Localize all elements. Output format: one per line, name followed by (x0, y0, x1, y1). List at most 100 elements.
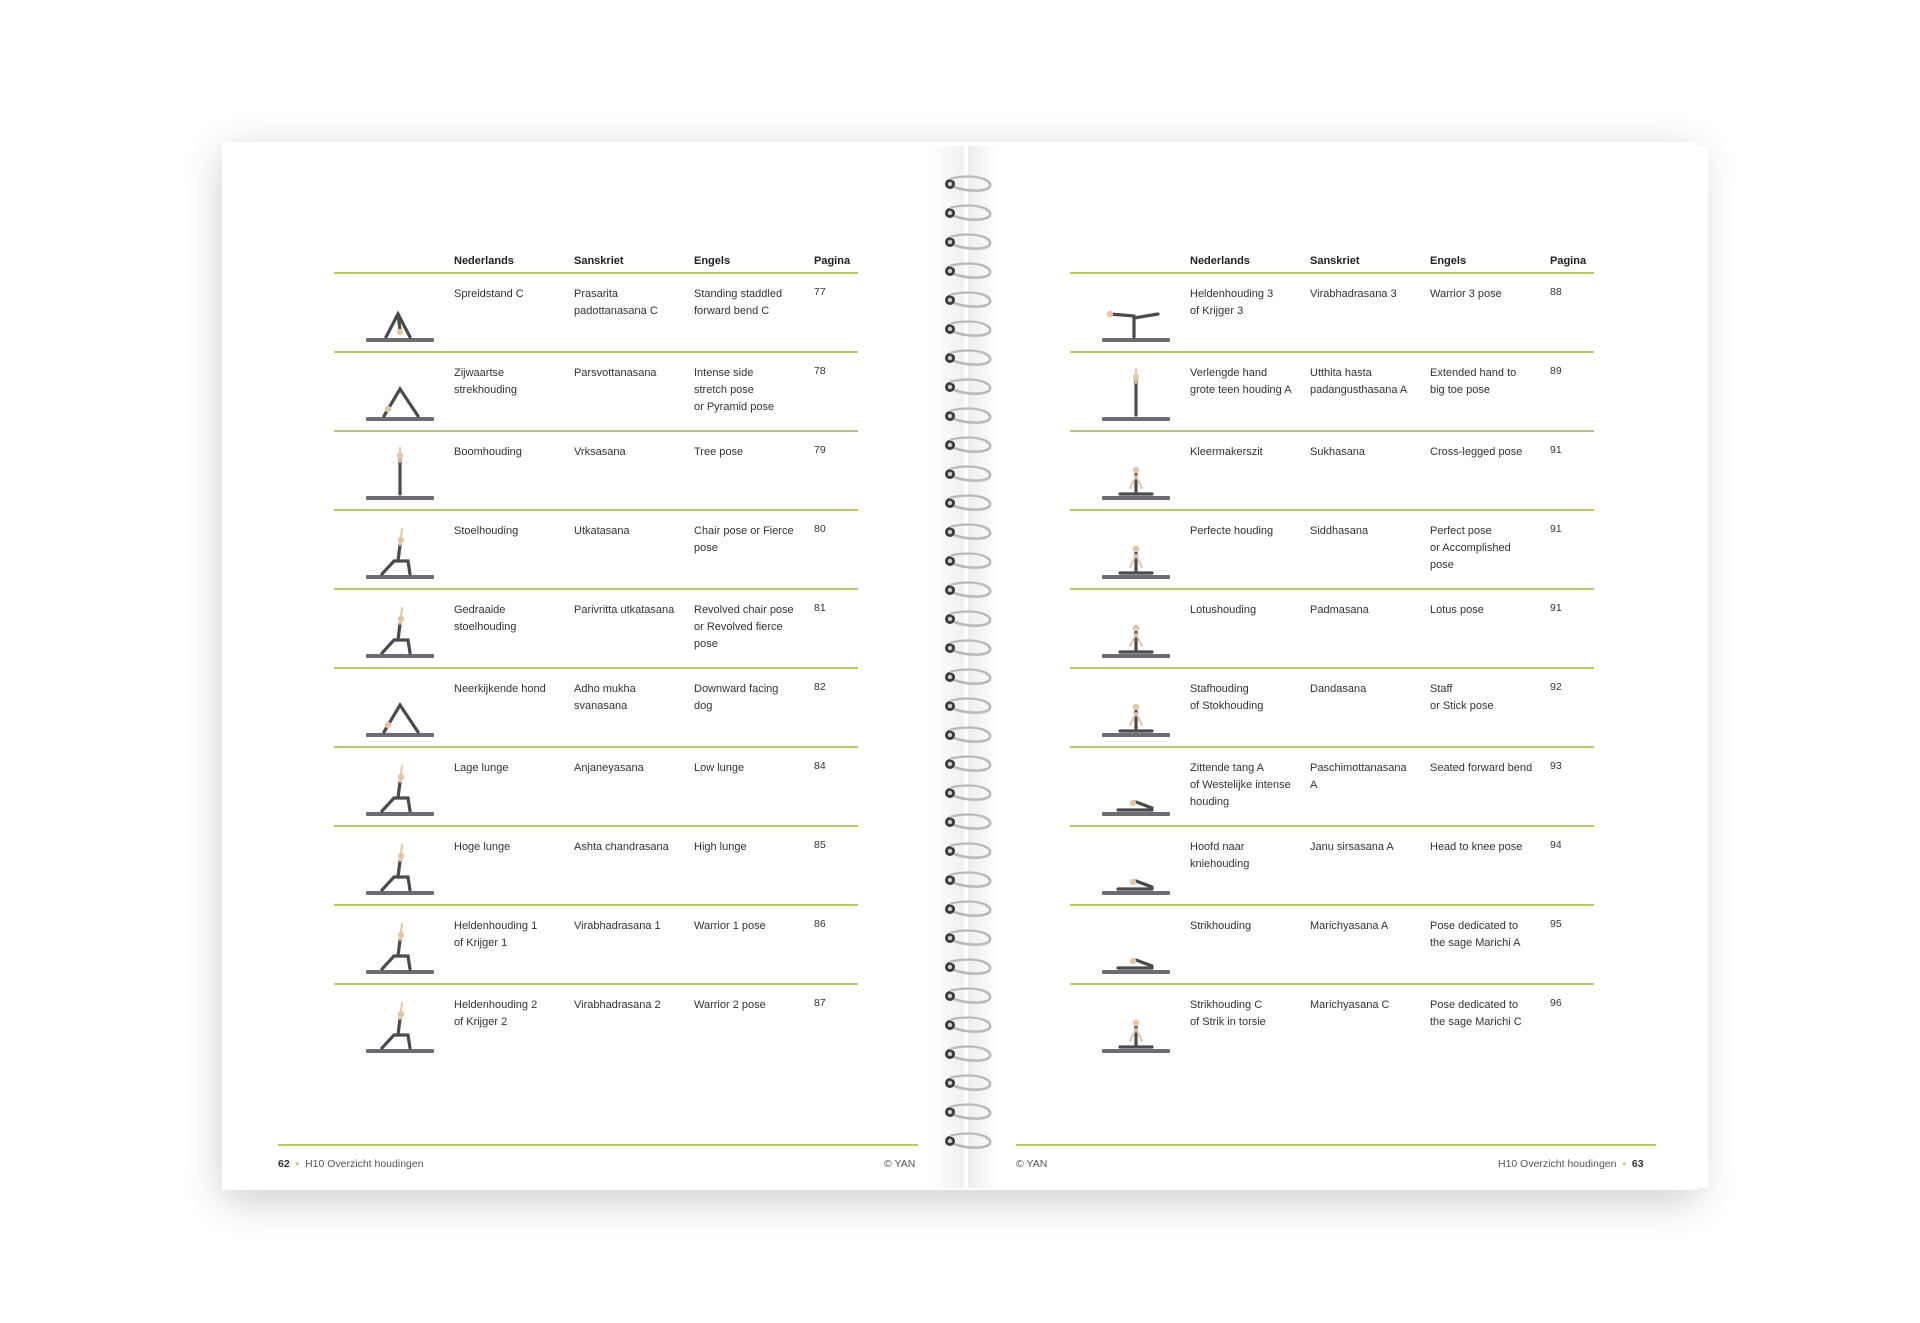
table-row: Stafhouding of Stokhouding Dandasana Staff… (1070, 669, 1594, 748)
revolved-chair-pose-icon (366, 607, 434, 658)
cell-dutch: Verlengde hand grote teen houding A (1190, 367, 1292, 396)
cell-dutch: Lage lunge (454, 762, 509, 774)
spiral-coil (945, 349, 992, 366)
cell-english: Intense side stretch pose or Pyramid pos… (694, 367, 775, 413)
cell-page: 95 (1550, 918, 1562, 930)
cell-dutch: Boomhouding (454, 446, 522, 458)
cell-sanskrit: Virabhadrasana 1 (574, 920, 661, 932)
table-row: Hoofd naar kniehouding Janu sirsasana A He… (1070, 827, 1594, 906)
cell-sanskrit: Anjaneyasana (574, 762, 644, 774)
cell-sanskrit: Utthita hasta padangusthasana A (1310, 367, 1408, 396)
cell-sanskrit: Virabhadrasana 3 (1310, 288, 1397, 300)
page-number-left: 62 (278, 1158, 290, 1170)
cell-english: Staff or Stick pose (1430, 683, 1494, 712)
cell-english: Standing staddled forward bend C (694, 288, 783, 317)
spiral-coil (945, 871, 992, 888)
table-row: Kleermakerszit Sukhasana Cross-legged pose… (1070, 432, 1594, 511)
footer-rule-left (278, 1144, 918, 1146)
spiral-coil (945, 1103, 992, 1120)
cell-dutch: Heldenhouding 2 of Krijger 2 (454, 999, 538, 1028)
cell-dutch: Stoelhouding (454, 525, 519, 537)
spiral-coil (945, 436, 992, 453)
cell-dutch: Zittende tang A of Westelijke intense ho… (1190, 762, 1291, 808)
table-row: Gedraaide stoelhouding Parivritta utkatas… (334, 590, 858, 669)
cell-page: 88 (1550, 286, 1562, 298)
cell-page: 96 (1550, 997, 1562, 1009)
spiral-coil (945, 523, 992, 540)
table-row: Spreidstand C Prasarita padottanasana C St… (334, 274, 858, 353)
cell-sanskrit: Vrksasana (574, 446, 626, 458)
cell-sanskrit: Marichyasana C (1310, 999, 1390, 1011)
cell-sanskrit: Padmasana (1310, 604, 1369, 616)
cell-english: Extended hand to big toe pose (1430, 367, 1517, 396)
perfect-pose-icon (1102, 545, 1170, 579)
table-row: Zijwaartse strekhouding Parsvottanasana In… (334, 353, 858, 432)
cell-page: 85 (814, 839, 826, 851)
copyright-left: © YAN (884, 1158, 916, 1170)
high-lunge-icon (366, 844, 434, 895)
spiral-coil (945, 900, 992, 917)
cell-page: 91 (1550, 602, 1562, 614)
cell-dutch: Zijwaartse strekhouding (454, 367, 517, 396)
cell-dutch: Hoofd naar kniehouding (1190, 841, 1250, 870)
staff-pose-icon (1102, 703, 1170, 737)
cell-sanskrit: Ashta chandrasana (574, 841, 669, 853)
cell-sanskrit: Prasarita padottanasana C (574, 288, 658, 317)
spiral-coil (945, 1045, 992, 1062)
spiral-coil (945, 639, 992, 656)
cell-dutch: Heldenhouding 3 of Krijger 3 (1190, 288, 1274, 317)
cell-english: Seated forward bend (1430, 762, 1533, 774)
footer-bullet: • (295, 1158, 300, 1170)
spiral-coil (945, 697, 992, 714)
cell-english: Low lunge (694, 762, 745, 774)
cell-page: 91 (1550, 523, 1562, 535)
left-pose-table: Nederlands Sanskriet Engels Pagina Sprei… (334, 254, 858, 1062)
table-row: Strikhouding C of Strik in torsie Marichy… (1070, 985, 1594, 1062)
cell-dutch: Strikhouding C of Strik in torsie (1190, 999, 1266, 1028)
table-row: Boomhouding Vrksasana Tree pose 79 (334, 432, 858, 511)
cell-page: 78 (814, 365, 826, 377)
cell-page: 87 (814, 997, 826, 1009)
cell-page: 86 (814, 918, 826, 930)
cell-dutch: Spreidstand C (454, 288, 524, 300)
spiral-binding (945, 175, 992, 1149)
cell-sanskrit: Sukhasana (1310, 446, 1366, 458)
right-pose-table: Nederlands Sanskriet Engels Pagina Helde… (1070, 254, 1594, 1062)
cell-english: Warrior 2 pose (694, 999, 766, 1011)
extended-hand-to-toe-icon (1102, 368, 1170, 421)
spiral-coil (945, 407, 992, 424)
table-header: Nederlands Sanskriet Engels Pagina (1070, 254, 1594, 274)
cell-english: Warrior 3 pose (1430, 288, 1502, 300)
cell-page: 81 (814, 602, 826, 614)
table-row: Heldenhouding 2 of Krijger 2 Virabhadrasa… (334, 985, 858, 1062)
cell-page: 82 (814, 681, 826, 693)
cell-dutch: Lotushouding (1190, 604, 1257, 616)
cell-dutch: Strikhouding (1190, 920, 1252, 932)
spiral-coil (945, 233, 992, 250)
cell-dutch: Perfecte houding (1190, 525, 1274, 537)
cell-english: Cross-legged pose (1430, 446, 1523, 458)
spiral-coil (945, 610, 992, 627)
chapter-title-left: H10 Overzicht houdingen (305, 1158, 424, 1170)
spiral-coil (945, 987, 992, 1004)
table-row: Neerkijkende hond Adho mukha svanasana Dow… (334, 669, 858, 748)
cell-sanskrit: Dandasana (1310, 683, 1367, 695)
cell-page: 91 (1550, 444, 1562, 456)
spiral-coil (945, 1074, 992, 1091)
cell-sanskrit: Janu sirsasana A (1310, 841, 1394, 853)
spiral-coil (945, 465, 992, 482)
cross-legged-icon (1102, 466, 1170, 500)
spiral-coil (945, 204, 992, 221)
cell-sanskrit: Parsvottanasana (574, 367, 657, 379)
spiral-coil (945, 929, 992, 946)
table-row: Heldenhouding 3 of Krijger 3 Virabhadrasa… (1070, 274, 1594, 353)
table-row: Lotushouding Padmasana Lotus pose 91 (1070, 590, 1594, 669)
table-row: Zittende tang A of Westelijke intense ho… (1070, 748, 1594, 827)
header-sanskrit: Sanskriet (1310, 255, 1360, 267)
table-row: Hoge lunge Ashta chandrasana High lunge 85 (334, 827, 858, 906)
spiral-coil (945, 262, 992, 279)
spiral-coil (945, 784, 992, 801)
wide-forward-bend-icon (366, 310, 434, 342)
footer-left: 62 • H10 Overzicht houdingen (278, 1158, 424, 1170)
head-to-knee-icon (1102, 878, 1170, 895)
